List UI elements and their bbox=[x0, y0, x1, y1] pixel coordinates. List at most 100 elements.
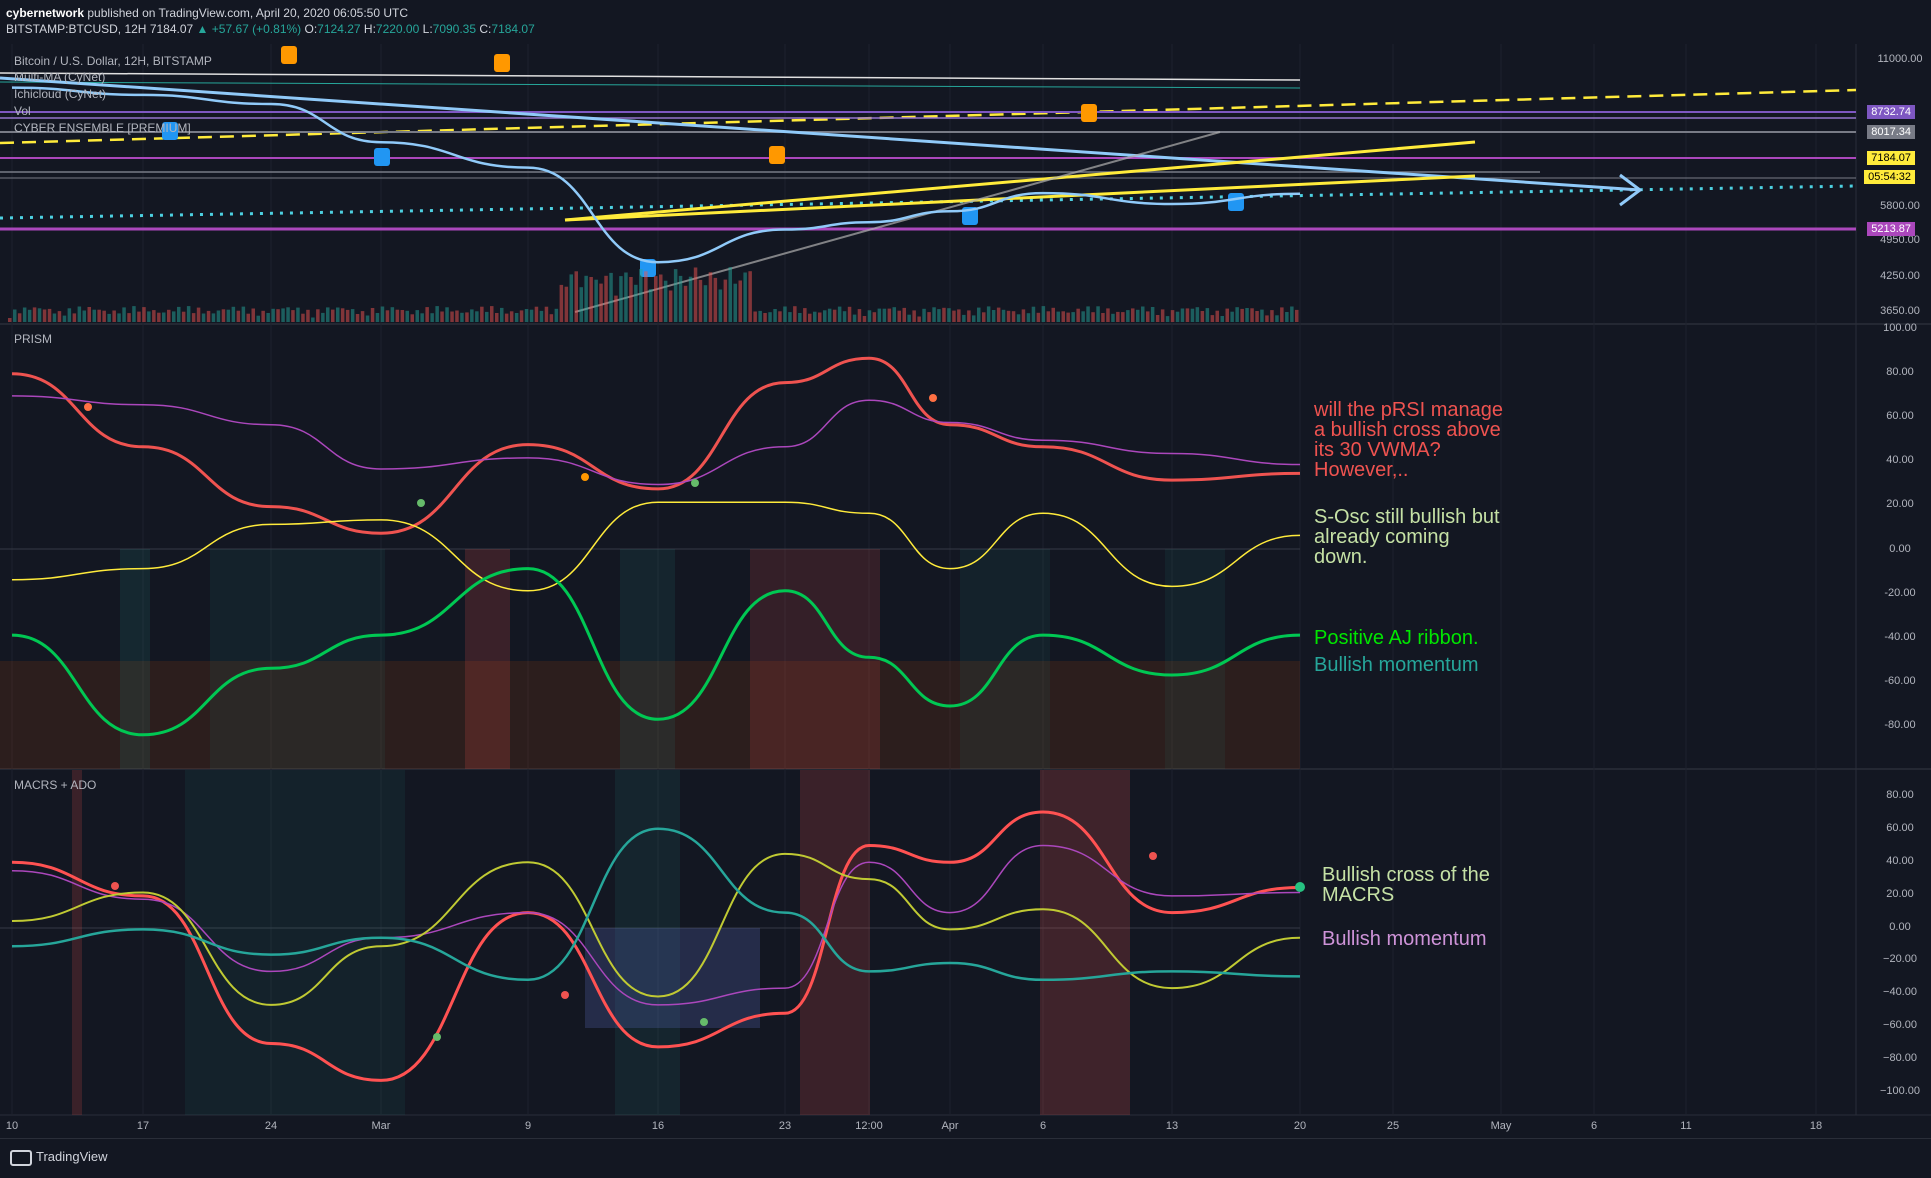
volume-bar bbox=[1275, 315, 1279, 322]
volume-bar bbox=[321, 313, 325, 322]
time-tick: 13 bbox=[1166, 1120, 1178, 1132]
volume-bar bbox=[1106, 308, 1110, 322]
volume-bar bbox=[1096, 306, 1100, 322]
volume-bar bbox=[425, 307, 429, 322]
author-name[interactable]: cybernetwork bbox=[6, 6, 84, 20]
volume-bar bbox=[739, 281, 743, 323]
time-tick: 25 bbox=[1387, 1120, 1399, 1132]
volume-bar bbox=[212, 313, 216, 322]
volume-bar bbox=[361, 311, 365, 322]
volume-bar bbox=[137, 312, 141, 322]
axis-tick: −60.00 bbox=[1883, 1019, 1917, 1031]
axis-tick: 40.00 bbox=[1886, 855, 1914, 867]
volume-bar bbox=[997, 308, 1001, 322]
prism-drawings bbox=[0, 549, 1300, 769]
volume-bar bbox=[1066, 313, 1070, 322]
volume-bar bbox=[565, 287, 569, 322]
volume-bar bbox=[967, 310, 971, 322]
volume-bar bbox=[599, 284, 603, 322]
prism-annotation-momentum: Bullish momentum bbox=[1314, 655, 1479, 675]
volume-bar bbox=[555, 309, 559, 322]
volume-bar bbox=[1290, 307, 1294, 323]
volume-bar bbox=[1057, 312, 1061, 322]
volume-bar bbox=[450, 312, 454, 323]
volume-bar bbox=[1171, 310, 1175, 322]
volume-bar bbox=[783, 307, 787, 323]
volume-bar bbox=[117, 313, 121, 322]
prism-pane-title[interactable]: PRISM bbox=[14, 332, 52, 346]
tradingview-logo[interactable]: TradingView bbox=[10, 1149, 108, 1166]
volume-bar bbox=[296, 308, 300, 322]
volume-bar bbox=[480, 307, 484, 322]
legend-volume[interactable]: Vol bbox=[14, 104, 31, 118]
volume-bar bbox=[510, 311, 514, 322]
axis-tick: 80.00 bbox=[1886, 789, 1914, 801]
current-price-label: 7184.07 bbox=[1867, 151, 1915, 165]
legend-symbol[interactable]: Bitcoin / U.S. Dollar, 12H, BITSTAMP bbox=[14, 54, 212, 68]
volume-bar bbox=[88, 307, 92, 322]
axis-tick: 40.00 bbox=[1886, 454, 1914, 466]
volume-bar bbox=[674, 269, 678, 322]
publish-date: published on TradingView.com, April 20, … bbox=[87, 6, 408, 20]
macrs-pane-title[interactable]: MACRS + ADO bbox=[14, 778, 96, 792]
volume-bar bbox=[654, 276, 658, 322]
axis-tick: −80.00 bbox=[1883, 1052, 1917, 1064]
time-tick: Apr bbox=[941, 1120, 958, 1132]
volume-bar bbox=[748, 271, 752, 322]
volume-bar bbox=[1037, 313, 1041, 322]
legend-cyber-ensemble[interactable]: CYBER ENSEMBLE [PREMIUM] bbox=[14, 121, 191, 135]
price-label: 8732.74 bbox=[1867, 105, 1915, 119]
volume-bar bbox=[734, 284, 738, 322]
volume-bar bbox=[1042, 306, 1046, 322]
volume-bar bbox=[614, 296, 618, 322]
volume-bar bbox=[932, 307, 936, 322]
volume-bar bbox=[38, 308, 42, 322]
volume-bar bbox=[232, 307, 236, 322]
axis-tick: 100.00 bbox=[1883, 322, 1917, 334]
volume-bar bbox=[147, 311, 151, 322]
buy-signal-marker bbox=[1228, 193, 1244, 211]
open-value: 7124.27 bbox=[317, 22, 360, 36]
volume-bar bbox=[1226, 309, 1230, 322]
prism-annotation-sosc: S-Osc still bullish but already coming d… bbox=[1314, 507, 1500, 567]
volume-bar bbox=[843, 311, 847, 322]
volume-bar bbox=[584, 276, 588, 322]
axis-tick: 60.00 bbox=[1886, 822, 1914, 834]
volume-bar bbox=[838, 307, 842, 322]
time-tick: May bbox=[1491, 1120, 1512, 1132]
volume-bar bbox=[1076, 309, 1080, 322]
volume-bar bbox=[778, 311, 782, 322]
macrs-annotation-momentum: Bullish momentum bbox=[1322, 929, 1487, 949]
volume-bar bbox=[1116, 312, 1120, 322]
volume-bar bbox=[1047, 311, 1051, 322]
volume-bar bbox=[699, 280, 703, 322]
volume-bar bbox=[281, 308, 285, 322]
volume-bar bbox=[505, 314, 509, 322]
volume-bar bbox=[858, 309, 862, 322]
volume-bar bbox=[371, 308, 375, 322]
prism-bull-zone bbox=[210, 549, 385, 769]
volume-bar bbox=[1211, 315, 1215, 322]
volume-bar bbox=[515, 313, 519, 322]
volume-bar bbox=[624, 273, 628, 323]
volume-bar bbox=[93, 310, 97, 322]
volume-bar bbox=[167, 310, 171, 322]
legend-multi-ma[interactable]: Multi-MA (CyNet) bbox=[14, 70, 105, 84]
volume-bar bbox=[316, 309, 320, 322]
chart-canvas[interactable] bbox=[0, 44, 1931, 1138]
volume-bar bbox=[257, 316, 261, 322]
legend-ichicloud[interactable]: Ichicloud (CyNet) bbox=[14, 87, 106, 101]
countdown-label: 05:54:32 bbox=[1864, 170, 1915, 184]
volume-bar bbox=[1081, 311, 1085, 322]
volume-bar bbox=[346, 310, 350, 322]
volume-bar bbox=[619, 276, 623, 322]
volume-bar bbox=[893, 307, 897, 322]
volume-bar bbox=[1181, 309, 1185, 323]
volume-bar bbox=[1111, 314, 1115, 322]
axis-tick: 80.00 bbox=[1886, 366, 1914, 378]
volume-bar bbox=[435, 306, 439, 322]
volume-bar bbox=[1131, 308, 1135, 322]
sell-signal-marker bbox=[1081, 104, 1097, 122]
volume-bar bbox=[714, 278, 718, 322]
volume-bar bbox=[1071, 312, 1075, 322]
